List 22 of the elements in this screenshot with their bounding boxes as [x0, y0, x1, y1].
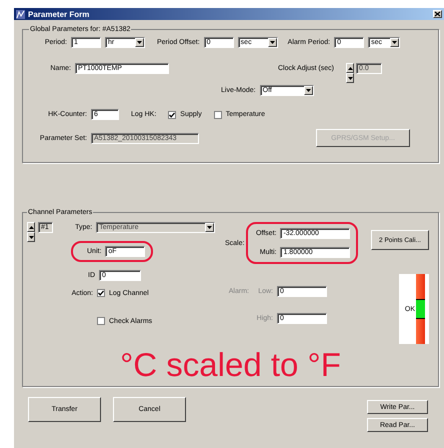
checkbox[interactable] — [214, 110, 222, 118]
spin-down-button[interactable] — [346, 73, 354, 83]
spin-up-button[interactable] — [346, 63, 354, 73]
down-arrow-icon — [28, 236, 34, 238]
close-icon — [434, 11, 441, 17]
up-arrow-icon — [348, 66, 352, 70]
status-gauge-icon — [416, 274, 425, 344]
checkbox[interactable] — [97, 317, 105, 325]
checkbox[interactable] — [168, 110, 176, 118]
checkbox[interactable] — [97, 289, 105, 297]
spin-down-button[interactable] — [27, 232, 35, 242]
down-arrow-icon — [392, 41, 398, 44]
up-arrow-icon — [28, 226, 34, 228]
spin-up-button[interactable] — [27, 222, 35, 232]
window-title: Parameter Form — [28, 10, 90, 18]
down-arrow-icon — [137, 41, 142, 44]
annotation-text: °C scaled to °F — [119, 346, 342, 384]
close-button[interactable] — [433, 10, 442, 18]
down-arrow-icon — [306, 89, 311, 92]
down-arrow-icon — [207, 226, 212, 229]
down-arrow-icon — [348, 76, 352, 80]
down-arrow-icon — [270, 41, 275, 44]
